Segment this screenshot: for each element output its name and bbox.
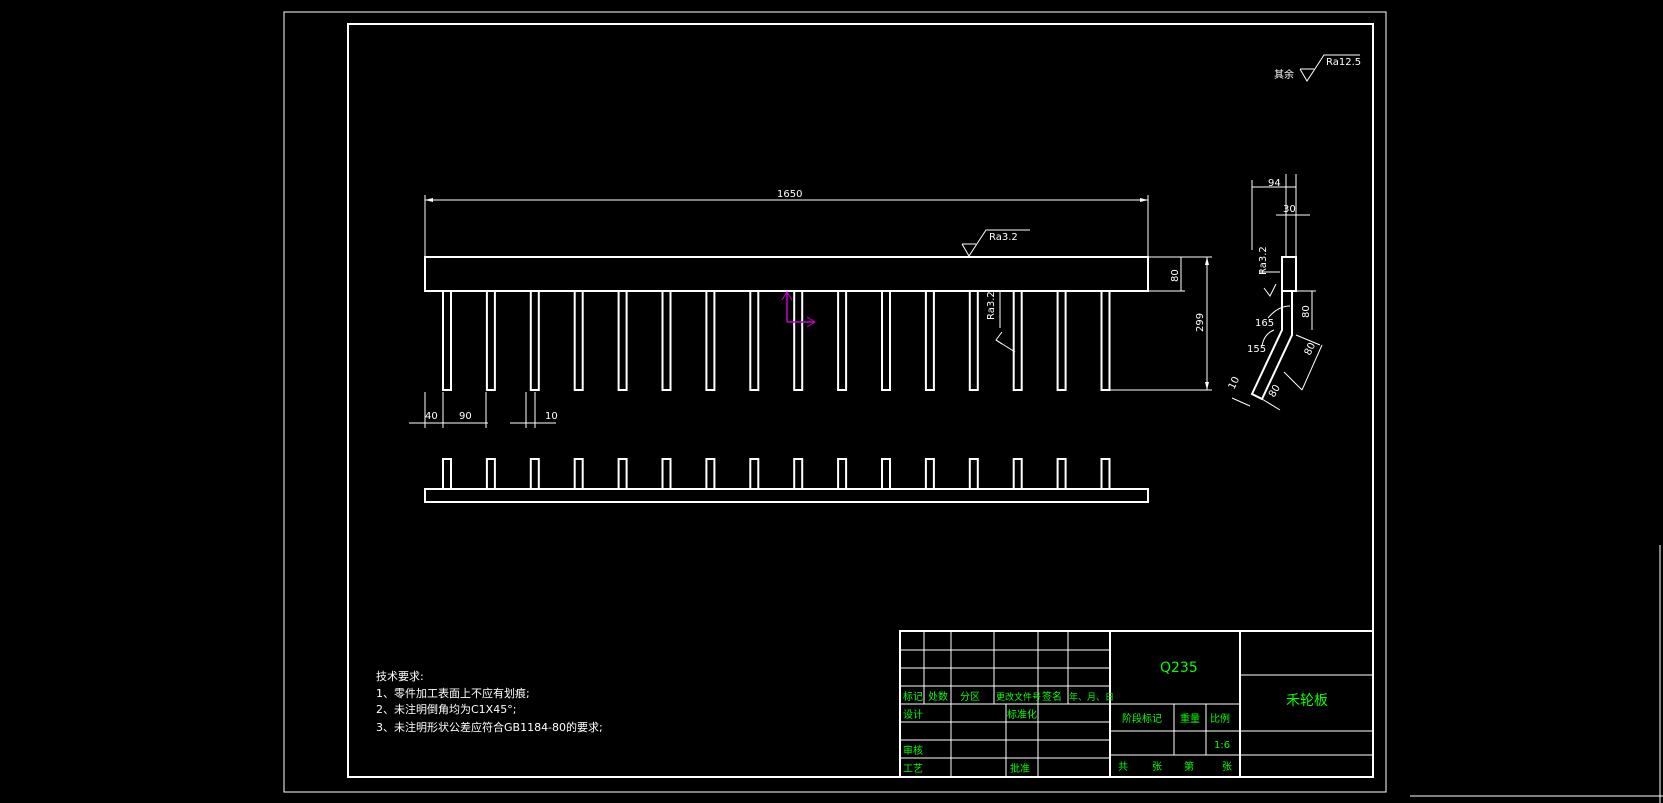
tb-stage-mark: 阶段标记 (1122, 712, 1162, 725)
bottom-tine (793, 458, 804, 490)
bottom-bar (424, 488, 1149, 503)
tb-header-count: 处数 (928, 690, 948, 703)
side-segment1-dimension: 80 (1301, 305, 1312, 318)
tb-header-change-doc: 更改文件号 (996, 691, 1041, 703)
tb-sheets-label2: 张 (1222, 761, 1232, 773)
tb-header-date: 年、月、日 (1069, 691, 1114, 703)
front-tine (617, 290, 628, 391)
tb-scale-value: 1:6 (1214, 740, 1230, 751)
bottom-tine (968, 458, 979, 490)
roughness-prefix: 其余 (1274, 68, 1294, 81)
front-tine (968, 290, 979, 391)
surface-finish-side: Ra3.2 (986, 291, 997, 320)
side-width-top-dimension: 30 (1283, 204, 1296, 215)
front-tine (1056, 290, 1067, 391)
tb-header-zone: 分区 (960, 691, 980, 703)
bottom-tine (485, 458, 496, 490)
bottom-tine (924, 458, 935, 490)
bottom-tine (1056, 458, 1067, 490)
tb-sheet-no: 第 (1184, 760, 1194, 773)
tech-req-title: 技术要求: (376, 670, 424, 683)
side-view: 94 30 Ra3.2 80 80 80 10 165 155 (1227, 174, 1323, 411)
tech-req-item-2: 2、未注明倒角均为C1X45°; (376, 702, 516, 716)
front-tine (881, 290, 891, 391)
roughness-value: Ra12.5 (1326, 57, 1361, 68)
front-tine (837, 290, 848, 391)
cad-drawing: 其余 Ra12.5 1650 Ra3.2 Ra3.2 80 299 40 90 … (283, 11, 1663, 803)
bottom-view (424, 458, 1149, 503)
tine-pitch-dimension: 90 (459, 411, 472, 422)
overall-length-dimension: 1650 (777, 189, 802, 200)
front-tine (749, 290, 760, 391)
outer-sheet-border (283, 11, 1387, 793)
tb-sheets-label1: 张 (1152, 761, 1162, 773)
bottom-tine (442, 458, 452, 490)
side-thickness-dimension: 10 (1227, 375, 1242, 391)
side-width-total-dimension: 94 (1268, 178, 1281, 189)
tb-part-name: 禾轮板 (1286, 693, 1328, 709)
technical-requirements: 技术要求: 1、零件加工表面上不应有划痕; 2、未注明倒角均为C1X45°; 3… (376, 670, 603, 734)
side-angle2-dimension: 155 (1247, 344, 1266, 355)
bottom-tine (617, 458, 628, 490)
front-tine (661, 290, 672, 391)
tb-material: Q235 (1160, 660, 1198, 676)
title-block: 标记 处数 分区 更改文件号 签名 年、月、日 设计 标准化 审核 工艺 批准 … (899, 630, 1374, 778)
side-surface-finish: Ra3.2 (1258, 246, 1269, 275)
bottom-tine (661, 458, 672, 490)
tb-standardization: 标准化 (1007, 708, 1037, 721)
bar-height-dimension: 80 (1170, 269, 1181, 282)
tb-weight: 重量 (1180, 712, 1200, 725)
inner-drawing-border (347, 23, 1374, 778)
front-tine (924, 290, 935, 391)
bottom-tine (749, 458, 760, 490)
side-segment3-dimension: 80 (1267, 383, 1283, 400)
tb-review: 审核 (903, 744, 923, 757)
side-angle1-dimension: 165 (1255, 318, 1274, 329)
tb-process: 工艺 (903, 763, 923, 775)
bottom-tine (1012, 458, 1023, 490)
front-tine (485, 290, 496, 391)
front-tine (793, 290, 804, 391)
tb-sheets-total: 共 (1118, 761, 1128, 773)
tech-req-item-1: 1、零件加工表面上不应有划痕; (376, 686, 530, 700)
ucs-axis-icon (781, 291, 816, 328)
surface-finish-top: Ra3.2 (989, 232, 1018, 243)
bottom-tine (573, 458, 584, 490)
side-top-block (1281, 256, 1297, 292)
tb-header-signature: 签名 (1042, 690, 1062, 703)
front-tine (705, 290, 716, 391)
front-tine (573, 290, 584, 391)
bottom-tine (1100, 458, 1111, 490)
tb-header-mark: 标记 (903, 691, 923, 703)
front-tine (1100, 290, 1111, 391)
tb-design: 设计 (903, 708, 923, 721)
front-tine (529, 290, 540, 391)
bottom-tine (705, 458, 716, 490)
front-tines (442, 290, 1111, 391)
total-height-dimension: 299 (1195, 313, 1206, 332)
tine-width-dimension: 10 (545, 411, 558, 422)
bottom-tines (442, 458, 1111, 490)
general-roughness-symbol: 其余 Ra12.5 (1274, 54, 1361, 82)
bottom-tine (881, 458, 891, 490)
first-tine-offset-dimension: 40 (425, 411, 438, 422)
front-tine (1012, 290, 1023, 391)
tech-req-item-3: 3、未注明形状公差应符合GB1184-80的要求; (376, 720, 603, 734)
tb-approval: 批准 (1010, 762, 1030, 775)
tb-scale: 比例 (1210, 712, 1230, 725)
bottom-tine (529, 458, 540, 490)
front-view: 1650 Ra3.2 Ra3.2 80 299 40 90 10 (409, 189, 1212, 428)
front-tine (442, 290, 452, 391)
top-bar (424, 256, 1149, 292)
bottom-tine (837, 458, 848, 490)
